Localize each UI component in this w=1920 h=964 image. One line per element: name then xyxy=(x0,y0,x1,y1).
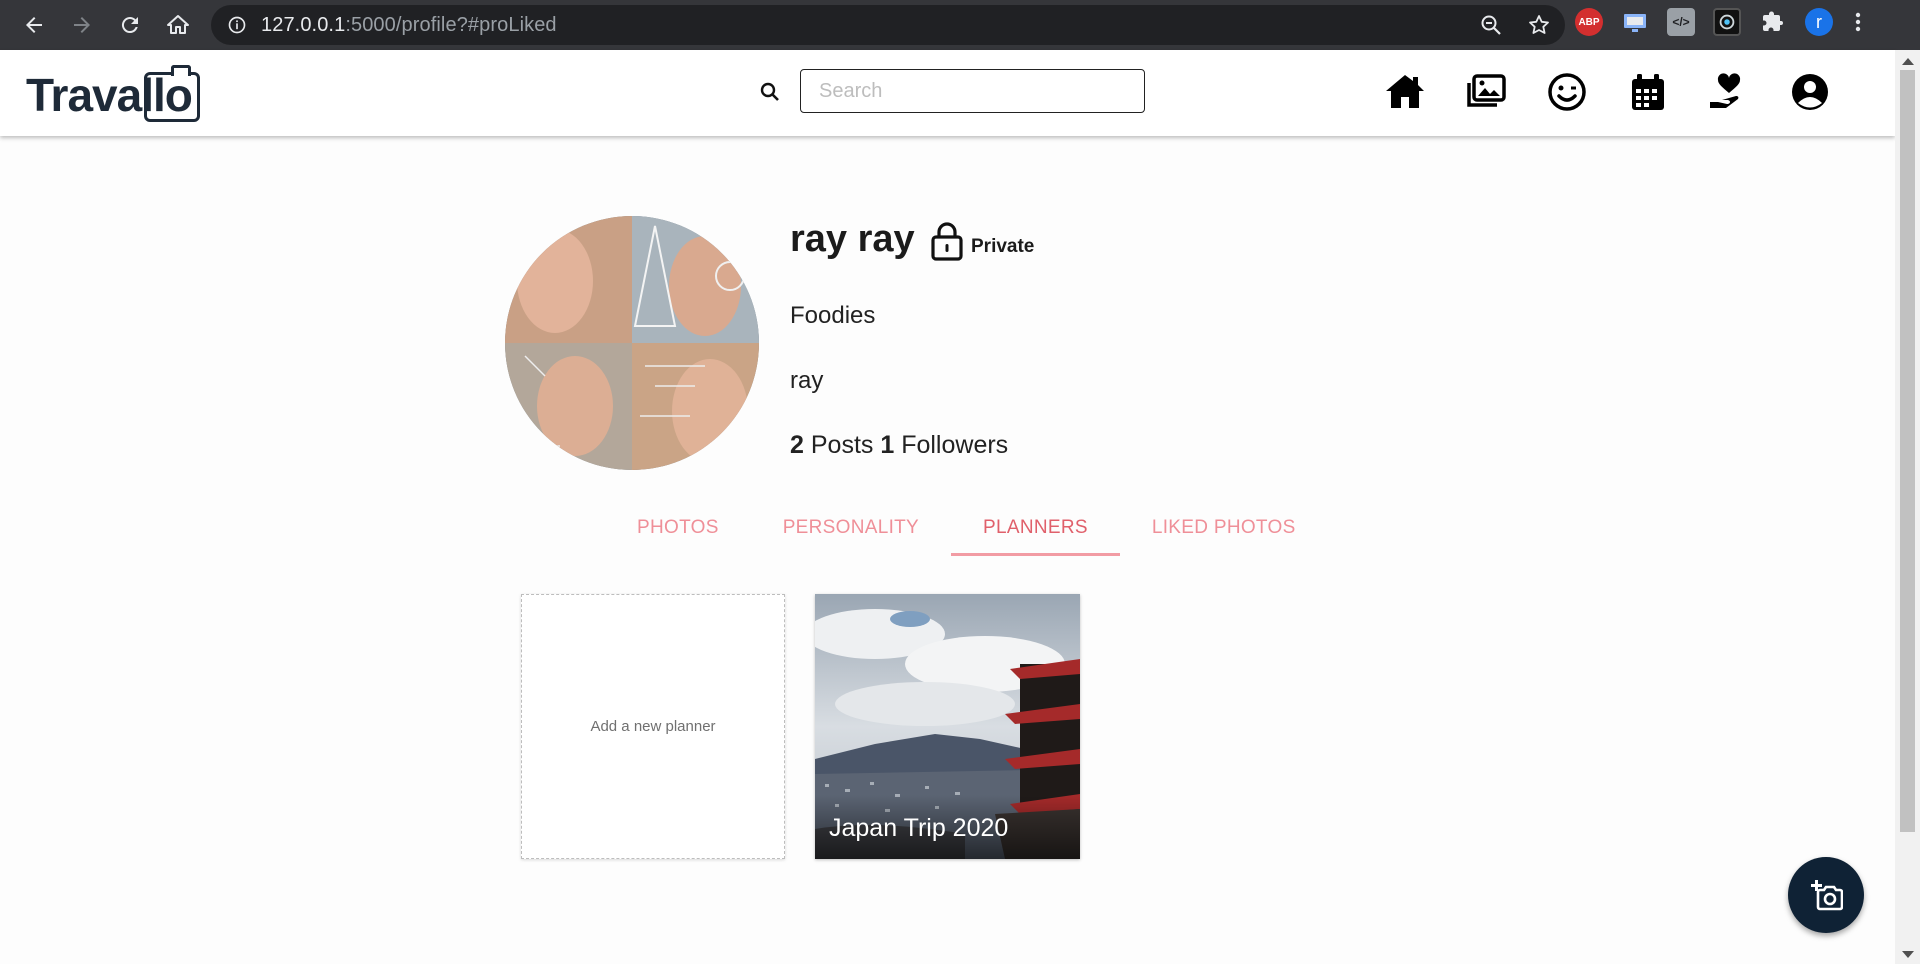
followers-label: Followers xyxy=(901,431,1009,459)
back-arrow-icon xyxy=(26,17,42,33)
code-extension-icon[interactable]: </> xyxy=(1667,8,1695,36)
scroll-thumb[interactable] xyxy=(1900,70,1915,832)
reload-button[interactable] xyxy=(110,5,150,45)
nav-calendar-button[interactable] xyxy=(1626,70,1670,114)
tab-planners[interactable]: PLANNERS xyxy=(951,500,1120,556)
add-planner-card[interactable]: Add a new planner xyxy=(521,594,785,859)
forward-arrow-icon xyxy=(74,17,90,33)
posts-label: Posts xyxy=(810,431,874,459)
reload-icon xyxy=(121,17,138,34)
nav-home-button[interactable] xyxy=(1383,70,1427,114)
gallery-icon xyxy=(1467,74,1506,107)
browser-menu-icon[interactable] xyxy=(1851,8,1865,36)
scroll-down-arrow-icon[interactable] xyxy=(1902,951,1914,958)
planner-title: Japan Trip 2020 xyxy=(829,814,1009,842)
monitor-extension-icon[interactable] xyxy=(1621,8,1649,36)
nav-account-button[interactable] xyxy=(1788,70,1832,114)
calendar-icon xyxy=(1632,74,1664,110)
url-text: 127.0.0.1:5000/profile?#proLiked xyxy=(261,13,557,36)
nav-donate-button[interactable] xyxy=(1707,70,1751,114)
browser-toolbar: 127.0.0.1:5000/profile?#proLiked ABP </>… xyxy=(0,0,1920,50)
adblock-extension-icon[interactable]: ABP xyxy=(1575,8,1603,36)
scroll-up-arrow-icon[interactable] xyxy=(1902,58,1914,65)
extensions-puzzle-icon[interactable] xyxy=(1759,8,1787,36)
tab-photos[interactable]: PHOTOS xyxy=(605,500,751,556)
zoom-icon[interactable] xyxy=(1479,13,1503,37)
add-photo-fab[interactable] xyxy=(1788,857,1864,933)
privacy-label: Private xyxy=(971,236,1035,257)
posts-count: 2 xyxy=(790,431,804,459)
home-icon xyxy=(1386,75,1424,108)
profile-avatar-button[interactable]: r xyxy=(1805,8,1833,36)
tab-liked-photos[interactable]: LIKED PHOTOS xyxy=(1120,500,1328,556)
logo-camera-frame xyxy=(144,65,200,122)
camera-extension-icon[interactable] xyxy=(1713,8,1741,36)
add-planner-label: Add a new planner xyxy=(590,718,716,735)
nav-personality-button[interactable] xyxy=(1545,70,1589,114)
app-header: Travallo xyxy=(0,50,1895,136)
forward-button[interactable] xyxy=(62,5,102,45)
profile-tabs: PHOTOS PERSONALITY PLANNERS LIKED PHOTOS xyxy=(605,500,1328,556)
profile-category: Foodies xyxy=(790,302,876,329)
profile-bio: ray xyxy=(790,367,824,394)
planner-card[interactable]: Japan Trip 2020 xyxy=(815,594,1080,859)
hand-heart-icon xyxy=(1710,73,1741,108)
bookmark-star-icon[interactable] xyxy=(1527,13,1551,37)
browser-home-icon xyxy=(167,15,189,34)
account-circle-icon xyxy=(1792,74,1828,110)
address-bar[interactable]: 127.0.0.1:5000/profile?#proLiked xyxy=(211,5,1565,45)
tab-personality[interactable]: PERSONALITY xyxy=(751,500,951,556)
info-icon[interactable] xyxy=(227,15,247,35)
home-browser-button[interactable] xyxy=(158,5,198,45)
search-icon xyxy=(760,82,779,101)
add-photo-camera-icon xyxy=(1811,880,1843,911)
nav-gallery-button[interactable] xyxy=(1464,70,1508,114)
page-scrollbar[interactable] xyxy=(1895,50,1920,964)
followers-count: 1 xyxy=(880,431,895,459)
profile-name: ray ray xyxy=(790,218,915,260)
lock-icon xyxy=(931,222,963,261)
profile-stats: 2 Posts 1 Followers xyxy=(790,431,1008,460)
profile-picture xyxy=(505,216,759,470)
back-button[interactable] xyxy=(14,5,54,45)
search-input[interactable] xyxy=(800,69,1145,113)
smiley-icon xyxy=(1548,73,1586,111)
